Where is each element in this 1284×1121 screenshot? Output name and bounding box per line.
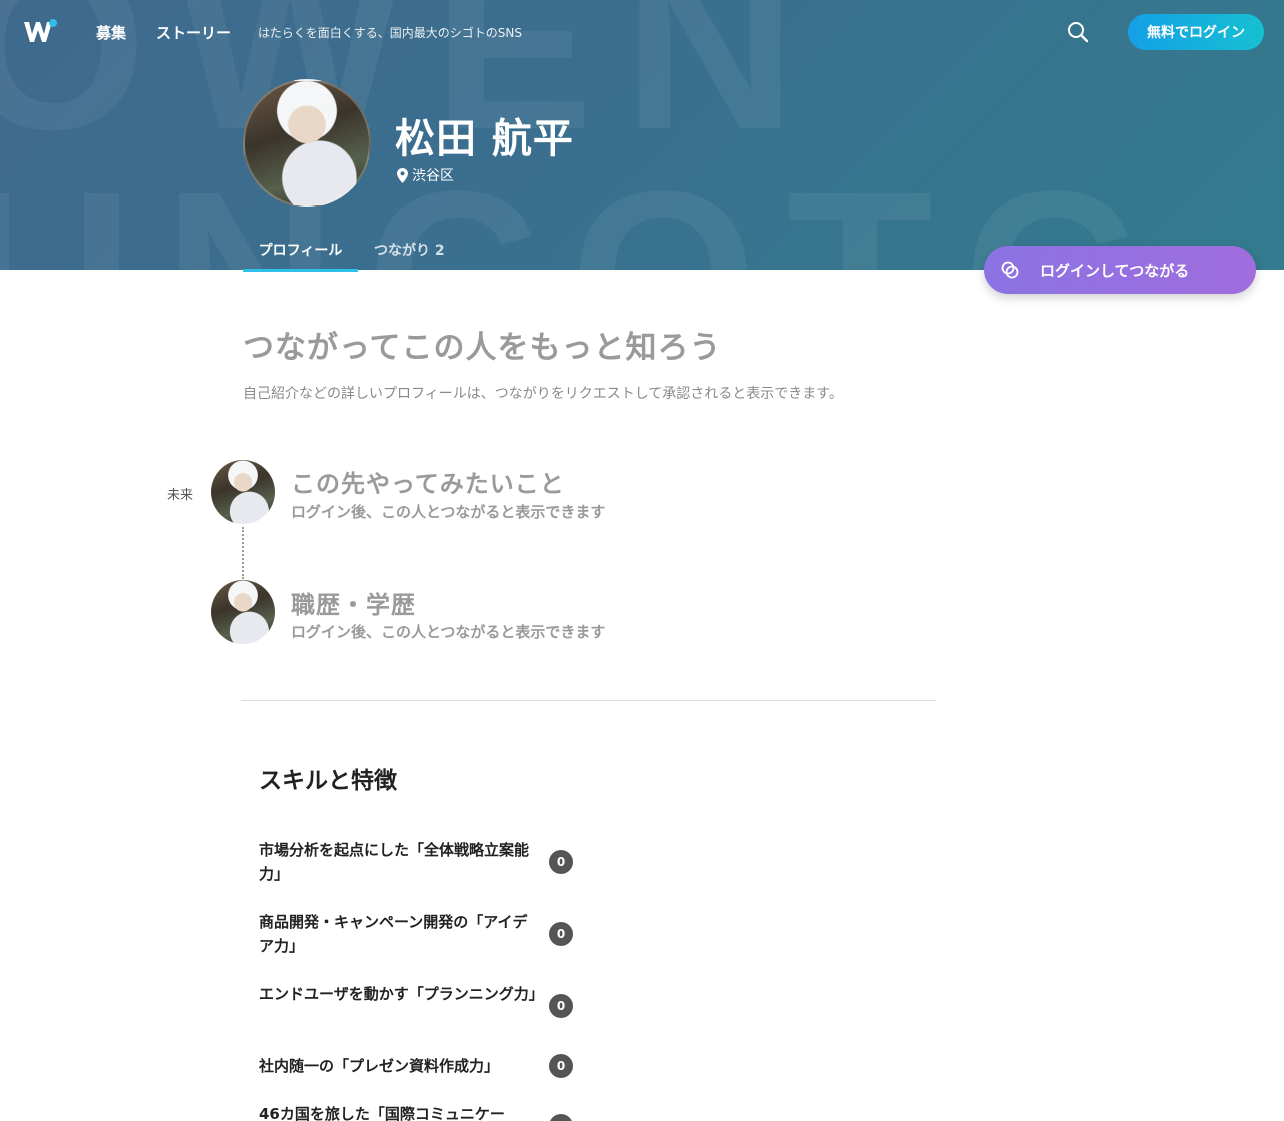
profile-avatar	[243, 79, 371, 207]
section-future-title: この先やってみたいこと	[291, 470, 565, 498]
timeline-future-label: 未来	[167, 488, 194, 503]
section-career-title: 職歴・学歴	[291, 591, 416, 619]
timeline-avatar	[211, 460, 275, 524]
skill-label: 社内随一の「プレゼン資料作成力」	[259, 1057, 500, 1075]
nav-recruit[interactable]: 募集	[96, 22, 126, 43]
skill-label: 商品開発・キャンペーン開発の「アイデア力」	[259, 913, 528, 955]
skill-endorse-count[interactable]: 0	[549, 850, 573, 874]
login-button[interactable]: 無料でログイン	[1128, 14, 1264, 50]
timeline-avatar	[211, 580, 275, 644]
nav-stories[interactable]: ストーリー	[156, 22, 231, 43]
site-tagline: はたらくを面白くする、国内最大のシゴトのSNS	[258, 26, 522, 40]
section-future-note: ログイン後、この人とつながると表示できます	[291, 503, 606, 521]
skill-endorse-count[interactable]: 0	[549, 922, 573, 946]
skill-endorse-count[interactable]: 0	[549, 994, 573, 1018]
skill-label: 46カ国を旅した「国際コミュニケー	[259, 1105, 505, 1121]
search-icon[interactable]	[1064, 18, 1092, 46]
link-icon	[1000, 260, 1020, 280]
connect-prompt-heading: つながってこの人をもっと知ろう	[243, 330, 722, 366]
skill-label: エンドユーザを動かす「プランニング力」	[259, 985, 544, 1003]
timeline-connector	[242, 527, 244, 579]
skill-item[interactable]: 商品開発・キャンペーン開発の「アイデア力」 0	[259, 910, 579, 958]
location-pin-icon	[397, 167, 408, 183]
tab-connections[interactable]: つながり 2	[374, 240, 445, 260]
skill-label: 市場分析を起点にした「全体戦略立案能力」	[259, 841, 530, 883]
section-divider	[241, 700, 936, 701]
location-label: 渋谷区	[412, 168, 454, 184]
wantedly-logo-icon[interactable]	[22, 18, 58, 46]
profile-name: 松田 航平	[395, 116, 574, 162]
connect-button-label: ログインしてつながる	[1040, 262, 1190, 280]
skill-endorse-count[interactable]: 0	[549, 1054, 573, 1078]
tab-profile[interactable]: プロフィール	[243, 240, 358, 272]
section-career-note: ログイン後、この人とつながると表示できます	[291, 623, 606, 641]
profile-location: 渋谷区	[397, 165, 454, 185]
skills-heading: スキルと特徴	[259, 768, 397, 794]
skill-item[interactable]: 市場分析を起点にした「全体戦略立案能力」 0	[259, 838, 579, 886]
skill-item[interactable]: 46カ国を旅した「国際コミュニケー 0	[259, 1102, 579, 1121]
skill-item[interactable]: 社内随一の「プレゼン資料作成力」 0	[259, 1054, 579, 1078]
connect-button[interactable]: ログインしてつながる	[984, 246, 1256, 294]
connect-prompt-description: 自己紹介などの詳しいプロフィールは、つながりをリクエストして承認されると表示でき…	[243, 386, 843, 402]
skill-item[interactable]: エンドユーザを動かす「プランニング力」 0	[259, 982, 579, 1030]
skill-endorse-count[interactable]: 0	[549, 1114, 573, 1121]
